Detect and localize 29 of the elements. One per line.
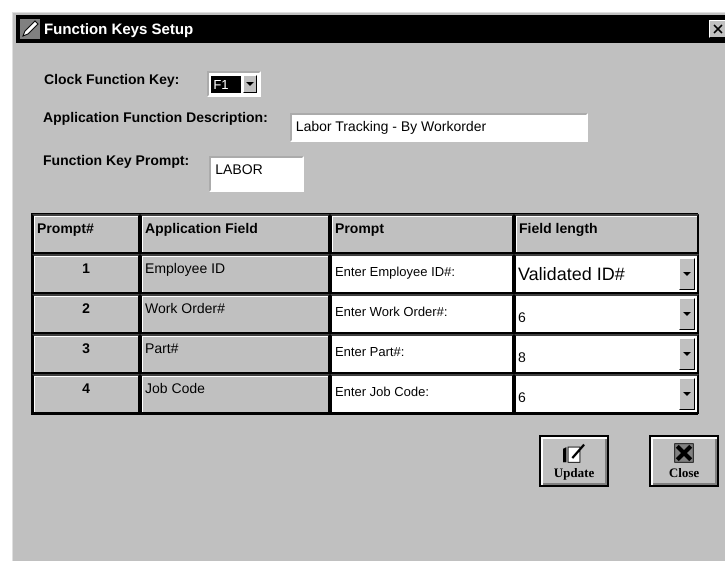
table-cell: Job Code: [140, 374, 330, 414]
window-title: Function Keys Setup: [44, 20, 194, 38]
prompt-input[interactable]: Enter Employee ID#:: [330, 254, 514, 294]
field-label: Clock Function Key:: [44, 71, 180, 87]
close-button[interactable]: Close: [649, 435, 719, 487]
prompt-field[interactable]: LABOR: [209, 156, 304, 192]
key-dropdown[interactable]: F1: [207, 71, 261, 97]
column-header: Prompt#: [32, 214, 140, 254]
description-field[interactable]: Labor Tracking - By Workorder: [290, 113, 588, 142]
table-cell: Part#: [140, 334, 330, 374]
column-header: Prompt: [330, 214, 514, 254]
prompt-input[interactable]: Enter Work Order#:: [330, 294, 514, 334]
column-header: Application Field: [140, 214, 330, 254]
table-cell: Work Order#: [140, 294, 330, 334]
prompt-input[interactable]: Enter Job Code:: [330, 374, 514, 414]
length-dropdown[interactable]: 8: [514, 334, 699, 374]
prompt-input[interactable]: Enter Part#:: [330, 334, 514, 374]
table-cell: Employee ID: [140, 254, 330, 294]
table-cell: 4: [32, 374, 140, 414]
length-dropdown[interactable]: Validated ID#: [514, 254, 699, 294]
field-label: Application Function Description:: [43, 109, 268, 125]
table-cell: 2: [32, 294, 140, 334]
update-button[interactable]: Update: [539, 435, 609, 487]
table-cell: 1: [32, 254, 140, 294]
length-dropdown[interactable]: 6: [514, 374, 699, 414]
field-label: Function Key Prompt:: [43, 152, 190, 168]
column-header: Field length: [514, 214, 699, 254]
length-dropdown[interactable]: 6: [514, 294, 699, 334]
table-cell: 3: [32, 334, 140, 374]
